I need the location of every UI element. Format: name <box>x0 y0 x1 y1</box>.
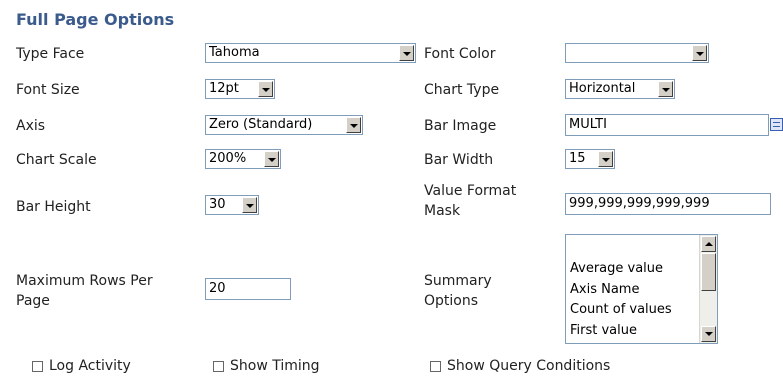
show-query-conditions-checkbox[interactable] <box>430 360 441 372</box>
chart-type-select[interactable]: Horizontal <box>565 79 675 99</box>
summary-options-label-line2: Options <box>424 293 479 309</box>
axis-select[interactable]: Zero (Standard) <box>205 115 363 135</box>
font-color-label: Font Color <box>424 46 496 62</box>
font-size-select[interactable]: 12pt <box>205 79 275 99</box>
summary-options-items: Average value Axis Name Count of values … <box>570 259 672 341</box>
list-picker-icon[interactable] <box>770 118 783 131</box>
bar-height-select[interactable]: 30 <box>205 195 259 215</box>
chevron-down-icon[interactable] <box>242 197 257 213</box>
list-item[interactable]: First value <box>570 321 672 342</box>
chart-type-label: Chart Type <box>424 82 500 98</box>
log-activity-option[interactable]: Log Activity <box>32 358 131 374</box>
chevron-down-icon[interactable] <box>598 151 613 167</box>
list-item[interactable]: Axis Name <box>570 280 672 301</box>
type-face-value: Tahoma <box>209 45 260 60</box>
bar-image-label: Bar Image <box>424 118 497 134</box>
font-size-value: 12pt <box>209 81 239 96</box>
page-title: Full Page Options <box>16 10 175 29</box>
max-rows-label-line1: Maximum Rows Per <box>16 273 153 289</box>
bar-width-value: 15 <box>569 151 586 166</box>
chevron-down-icon[interactable] <box>399 45 414 61</box>
chevron-down-icon[interactable] <box>658 81 673 97</box>
value-format-mask-label-line2: Mask <box>424 203 461 219</box>
chevron-down-icon[interactable] <box>264 151 279 167</box>
chart-type-value: Horizontal <box>569 81 636 96</box>
chevron-down-icon[interactable] <box>346 117 361 133</box>
axis-label: Axis <box>16 118 46 134</box>
list-item[interactable]: Average value <box>570 259 672 280</box>
show-query-conditions-label: Show Query Conditions <box>447 358 611 374</box>
bar-image-input[interactable]: MULTI <box>565 114 769 136</box>
show-timing-label: Show Timing <box>230 358 320 374</box>
summary-options-label: Summary Options <box>424 271 492 311</box>
value-format-mask-label-line1: Value Format <box>424 183 517 199</box>
chart-scale-label: Chart Scale <box>16 152 97 168</box>
show-timing-checkbox[interactable] <box>213 360 224 372</box>
bar-height-label: Bar Height <box>16 199 91 215</box>
max-rows-input[interactable]: 20 <box>205 278 291 300</box>
type-face-select[interactable]: Tahoma <box>205 43 416 63</box>
log-activity-label: Log Activity <box>49 358 131 374</box>
chart-scale-value: 200% <box>209 151 247 166</box>
bar-height-value: 30 <box>209 197 226 212</box>
listbox-scrollbar[interactable] <box>699 235 717 343</box>
list-item[interactable]: Count of values <box>570 300 672 321</box>
type-face-label: Type Face <box>16 46 85 62</box>
font-color-select[interactable] <box>565 43 709 63</box>
summary-options-listbox[interactable]: Average value Axis Name Count of values … <box>565 234 718 344</box>
summary-options-label-line1: Summary <box>424 273 492 289</box>
show-query-conditions-option[interactable]: Show Query Conditions <box>430 358 610 374</box>
scroll-down-icon[interactable] <box>701 326 716 342</box>
value-format-mask-label: Value Format Mask <box>424 181 516 221</box>
bar-width-label: Bar Width <box>424 152 494 168</box>
font-size-label: Font Size <box>16 82 80 98</box>
bar-width-select[interactable]: 15 <box>565 149 615 169</box>
show-timing-option[interactable]: Show Timing <box>213 358 320 374</box>
axis-value: Zero (Standard) <box>209 117 313 132</box>
chevron-down-icon[interactable] <box>258 81 273 97</box>
max-rows-label-line2: Page <box>16 293 50 309</box>
value-format-mask-input[interactable]: 999,999,999,999,999 <box>565 193 771 215</box>
max-rows-label: Maximum Rows Per Page <box>16 271 153 311</box>
log-activity-checkbox[interactable] <box>32 360 43 372</box>
scrollbar-thumb[interactable] <box>701 253 716 291</box>
scroll-up-icon[interactable] <box>701 236 716 252</box>
chevron-down-icon[interactable] <box>692 45 707 61</box>
chart-scale-select[interactable]: 200% <box>205 149 281 169</box>
